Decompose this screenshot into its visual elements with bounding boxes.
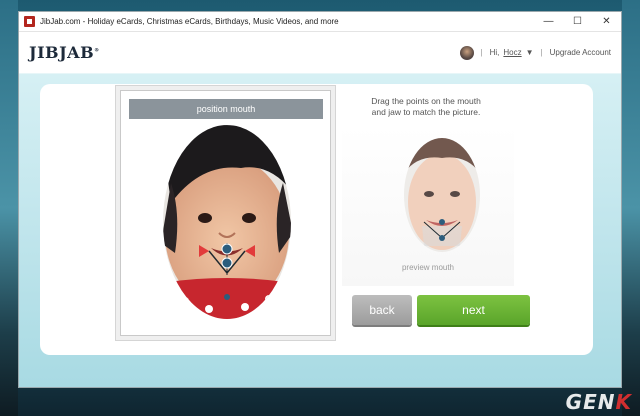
preview-area: preview mouth	[342, 126, 514, 286]
face-photo	[161, 123, 293, 321]
divider: |	[540, 48, 543, 57]
woman-face-preview-image	[404, 138, 480, 252]
upgrade-account-link[interactable]: Upgrade Account	[550, 48, 611, 57]
instructions-text: Drag the points on the mouth and jaw to …	[340, 96, 512, 118]
back-button[interactable]: back	[352, 295, 412, 325]
preview-face	[402, 136, 482, 254]
desktop-background-right	[622, 0, 640, 416]
panel-title: position mouth	[129, 99, 323, 119]
title-bar: JibJab.com - Holiday eCards, Christmas e…	[19, 12, 621, 32]
window-controls: — ☐ ✕	[534, 12, 621, 32]
watermark-text: GEN	[565, 390, 616, 414]
main-content: position mouth Drag the points on the mo…	[19, 74, 621, 387]
window-title: JibJab.com - Holiday eCards, Christmas e…	[40, 17, 339, 26]
site-header: JIBJAB® | Hi, Hocz ▼ | Upgrade Account	[19, 32, 621, 73]
browser-window: JibJab.com - Holiday eCards, Christmas e…	[18, 11, 622, 388]
next-button[interactable]: next	[417, 295, 530, 325]
mouth-editor-panel: position mouth	[120, 90, 331, 336]
close-button[interactable]: ✕	[592, 12, 621, 32]
instructions-line-1: Drag the points on the mouth	[371, 96, 481, 106]
watermark-accent: K	[615, 390, 632, 414]
baby-face-image	[163, 125, 291, 319]
account-area: | Hi, Hocz ▼ | Upgrade Account	[459, 45, 611, 60]
divider: |	[480, 48, 483, 57]
genk-watermark-logo: GENK	[566, 390, 632, 414]
username-link[interactable]: Hocz	[503, 48, 521, 57]
avatar[interactable]	[459, 45, 474, 60]
jibjab-favicon-icon	[24, 16, 35, 27]
greeting-text: Hi,	[489, 48, 500, 57]
preview-label: preview mouth	[401, 263, 455, 272]
minimize-button[interactable]: —	[534, 12, 563, 32]
maximize-button[interactable]: ☐	[563, 12, 592, 32]
logo-registered-mark: ®	[94, 47, 100, 54]
logo-text: JIBJAB	[29, 43, 95, 62]
desktop-background-left	[0, 0, 18, 416]
instructions-line-2: and jaw to match the picture.	[371, 107, 481, 117]
editor-stage: position mouth Drag the points on the mo…	[40, 84, 593, 355]
chevron-down-icon[interactable]: ▼	[526, 48, 534, 57]
jibjab-logo[interactable]: JIBJAB®	[29, 43, 100, 62]
